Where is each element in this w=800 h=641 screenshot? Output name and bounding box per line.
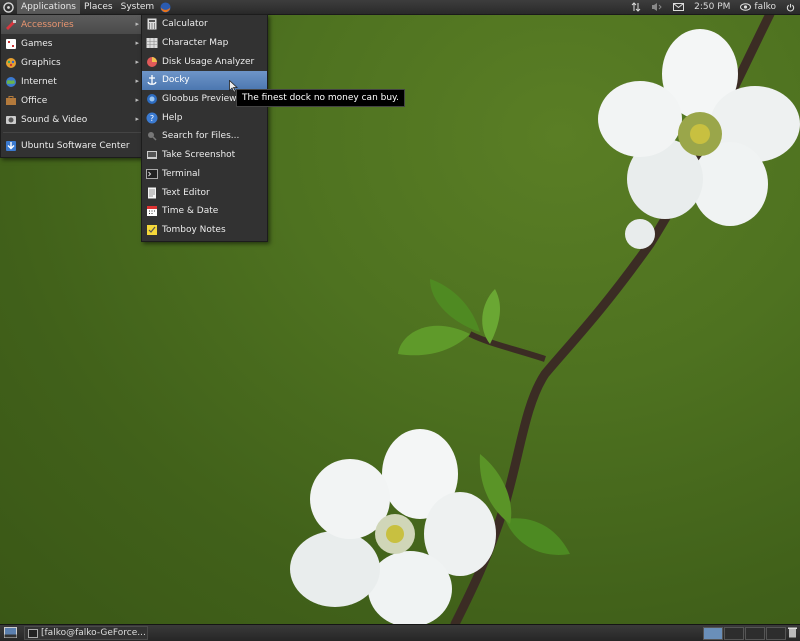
menu-item-office[interactable]: Office ▸ xyxy=(1,91,143,110)
user-icon xyxy=(740,3,752,11)
text-editor-icon xyxy=(146,187,158,199)
submenu-arrow-icon: ▸ xyxy=(135,96,139,104)
office-icon xyxy=(5,95,17,107)
taskbar-window-button[interactable]: [falko@falko-GeForce... xyxy=(24,626,148,640)
menu-item-text-editor[interactable]: Text Editor xyxy=(142,183,267,202)
menu-item-games[interactable]: Games ▸ xyxy=(1,34,143,53)
sound-video-icon xyxy=(5,114,17,126)
menu-item-label: Terminal xyxy=(162,168,201,179)
menu-item-sound-video[interactable]: Sound & Video ▸ xyxy=(1,110,143,129)
menu-item-label: Take Screenshot xyxy=(162,150,236,161)
menu-item-help[interactable]: ? Help xyxy=(142,108,267,127)
menu-item-calculator[interactable]: Calculator xyxy=(142,15,267,34)
menu-item-label: Time & Date xyxy=(162,206,219,217)
internet-icon xyxy=(5,76,17,88)
applications-menu[interactable]: Applications xyxy=(17,0,80,14)
bottom-panel: [falko@falko-GeForce... xyxy=(0,624,800,641)
system-menu[interactable]: System xyxy=(117,0,159,14)
menu-item-software-center[interactable]: Ubuntu Software Center xyxy=(1,136,143,155)
applications-dropdown: Accessories ▸ Games ▸ Graphics ▸ Interne… xyxy=(0,14,144,158)
menu-item-label: Accessories xyxy=(21,19,74,30)
user-name: falko xyxy=(754,2,776,12)
search-icon xyxy=(146,130,158,142)
submenu-arrow-icon: ▸ xyxy=(135,77,139,85)
calculator-icon xyxy=(146,18,158,30)
submenu-arrow-icon: ▸ xyxy=(135,20,139,28)
submenu-arrow-icon: ▸ xyxy=(135,58,139,66)
menu-item-graphics[interactable]: Graphics ▸ xyxy=(1,53,143,72)
menu-item-character-map[interactable]: Character Map xyxy=(142,34,267,53)
mail-icon[interactable] xyxy=(668,0,689,14)
show-desktop-icon[interactable] xyxy=(4,627,17,638)
ubuntu-logo-icon[interactable] xyxy=(0,1,17,13)
menu-item-label: Tomboy Notes xyxy=(162,224,226,235)
menu-item-label: Character Map xyxy=(162,38,229,49)
menu-item-label: Gloobus Preview xyxy=(162,94,237,105)
top-panel: Applications Places System 2:50 PM falko xyxy=(0,0,800,15)
user-menu[interactable]: falko xyxy=(735,0,781,14)
svg-text:?: ? xyxy=(150,114,154,123)
volume-icon[interactable] xyxy=(646,0,668,14)
menu-item-label: Search for Files... xyxy=(162,131,240,142)
power-icon[interactable] xyxy=(781,0,800,14)
menu-item-terminal[interactable]: Terminal xyxy=(142,165,267,184)
menu-item-label: Disk Usage Analyzer xyxy=(162,56,255,67)
trash-icon[interactable] xyxy=(788,627,797,638)
mouse-cursor-icon xyxy=(229,80,238,93)
workspace-2[interactable] xyxy=(724,627,744,640)
menu-item-label: Office xyxy=(21,95,48,106)
games-icon xyxy=(5,38,17,50)
firefox-icon[interactable] xyxy=(158,1,173,13)
tomboy-icon xyxy=(146,224,158,236)
workspace-4[interactable] xyxy=(766,627,786,640)
menu-item-label: Games xyxy=(21,38,53,49)
menu-item-take-screenshot[interactable]: Take Screenshot xyxy=(142,146,267,165)
character-map-icon xyxy=(146,37,158,49)
menu-item-label: Docky xyxy=(162,75,190,86)
menu-item-label: Internet xyxy=(21,76,57,87)
software-center-icon xyxy=(5,140,17,152)
menu-item-docky[interactable]: Docky xyxy=(142,71,267,90)
menu-item-label: Graphics xyxy=(21,57,61,68)
menu-item-tomboy-notes[interactable]: Tomboy Notes xyxy=(142,221,267,240)
menu-item-label: Text Editor xyxy=(162,187,210,198)
accessories-icon xyxy=(5,19,17,31)
disk-usage-icon xyxy=(146,56,158,68)
submenu-arrow-icon: ▸ xyxy=(135,39,139,47)
menu-item-label: Calculator xyxy=(162,19,208,30)
workspace-1[interactable] xyxy=(703,627,723,640)
menu-item-label: Help xyxy=(162,112,183,123)
docky-icon xyxy=(146,74,158,86)
menu-item-accessories[interactable]: Accessories ▸ xyxy=(1,15,143,34)
gloobus-icon xyxy=(146,93,158,105)
submenu-arrow-icon: ▸ xyxy=(135,115,139,123)
taskbar-window-title: [falko@falko-GeForce... xyxy=(41,628,146,638)
workspace-3[interactable] xyxy=(745,627,765,640)
clock[interactable]: 2:50 PM xyxy=(689,0,735,14)
graphics-icon xyxy=(5,57,17,69)
menu-separator xyxy=(3,132,141,133)
menu-item-label: Sound & Video xyxy=(21,114,88,125)
menu-item-time-date[interactable]: Time & Date xyxy=(142,202,267,221)
docky-tooltip: The finest dock no money can buy. xyxy=(236,89,405,107)
screenshot-icon xyxy=(146,149,158,161)
help-icon: ? xyxy=(146,112,158,124)
menu-item-internet[interactable]: Internet ▸ xyxy=(1,72,143,91)
menu-item-disk-usage[interactable]: Disk Usage Analyzer xyxy=(142,52,267,71)
network-icon[interactable] xyxy=(626,0,646,14)
menu-item-search-files[interactable]: Search for Files... xyxy=(142,127,267,146)
workspace-switcher xyxy=(702,627,786,640)
terminal-icon xyxy=(146,168,158,180)
menu-item-label: Ubuntu Software Center xyxy=(21,140,130,151)
places-menu[interactable]: Places xyxy=(80,0,117,14)
calendar-icon xyxy=(146,205,158,217)
terminal-window-icon xyxy=(28,628,38,638)
accessories-submenu: Calculator Character Map Disk Usage Anal… xyxy=(141,14,268,242)
